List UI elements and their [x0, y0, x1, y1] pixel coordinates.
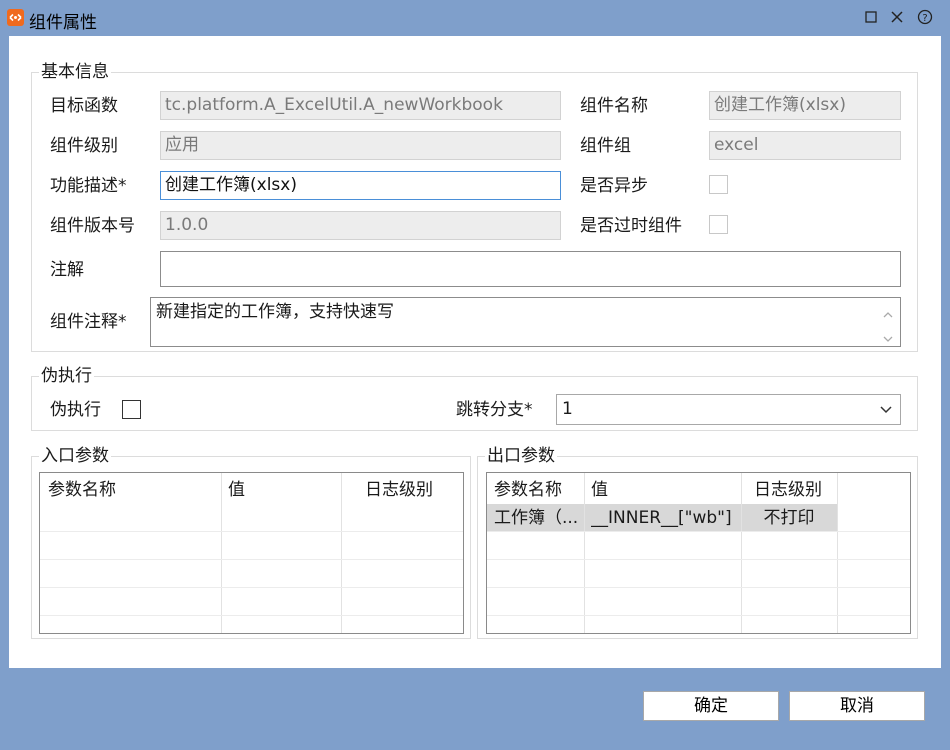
- is-deprecated-label: 是否过时组件: [580, 216, 682, 236]
- annotation-label: 注解: [50, 260, 84, 280]
- component-comment-label: 组件注释*: [50, 312, 127, 332]
- is-async-label: 是否异步: [580, 176, 648, 196]
- component-group-field: excel: [709, 131, 901, 160]
- scroll-down-icon[interactable]: [882, 328, 894, 342]
- output-params-group: 出口参数 参数名称 值 日志级别 工作簿（... __INNER__["wb"]…: [477, 446, 918, 639]
- ok-button[interactable]: 确定: [643, 691, 779, 721]
- pseudo-exec-checkbox[interactable]: [122, 400, 141, 419]
- chevron-down-icon[interactable]: [872, 395, 900, 424]
- version-field: 1.0.0: [160, 211, 561, 240]
- output-cell-value: __INNER__["wb"]: [591, 508, 732, 528]
- output-params-legend: 出口参数: [485, 446, 557, 466]
- basic-info-group: 基本信息 目标函数 tc.platform.A_ExcelUtil.A_newW…: [31, 62, 918, 352]
- input-params-group: 入口参数 参数名称 值 日志级别: [31, 446, 471, 639]
- component-group-label: 组件组: [580, 136, 631, 156]
- help-icon[interactable]: ?: [914, 6, 936, 28]
- output-col-value[interactable]: 值: [591, 477, 608, 503]
- component-name-label: 组件名称: [580, 96, 648, 116]
- description-input[interactable]: 创建工作簿(xlsx): [160, 171, 561, 200]
- description-label: 功能描述*: [50, 176, 127, 196]
- title-bar: 组件属性 ?: [0, 0, 950, 36]
- component-level-label: 组件级别: [50, 136, 118, 156]
- jump-branch-value: 1: [562, 399, 573, 419]
- output-col-param-name[interactable]: 参数名称: [494, 477, 562, 503]
- basic-info-legend: 基本信息: [39, 62, 111, 82]
- version-label: 组件版本号: [50, 216, 135, 236]
- pseudo-exec-legend: 伪执行: [39, 366, 94, 386]
- output-params-table[interactable]: 参数名称 值 日志级别 工作簿（... __INNER__["wb"] 不打印: [486, 472, 911, 634]
- pseudo-exec-group: 伪执行 伪执行 跳转分支* 1: [31, 366, 918, 431]
- component-level-field: 应用: [160, 131, 561, 160]
- component-comment-text: 新建指定的工作簿，支持快速写: [156, 302, 394, 322]
- cancel-button[interactable]: 取消: [789, 691, 925, 721]
- jump-branch-select[interactable]: 1: [556, 394, 901, 425]
- svg-text:?: ?: [922, 13, 927, 24]
- jump-branch-label: 跳转分支*: [456, 400, 533, 420]
- window-title: 组件属性: [29, 13, 97, 33]
- input-params-legend: 入口参数: [39, 446, 111, 466]
- annotation-input[interactable]: [160, 251, 901, 287]
- input-col-log-level[interactable]: 日志级别: [365, 477, 433, 503]
- component-app-icon: [7, 9, 24, 26]
- output-col-log-level[interactable]: 日志级别: [754, 477, 822, 503]
- is-deprecated-checkbox[interactable]: [709, 215, 728, 234]
- input-col-value[interactable]: 值: [228, 477, 245, 503]
- is-async-checkbox[interactable]: [709, 175, 728, 194]
- pseudo-exec-checkbox-label: 伪执行: [50, 400, 101, 420]
- output-cell-param-name: 工作簿（...: [494, 508, 579, 528]
- maximize-icon[interactable]: [860, 6, 882, 28]
- component-name-field: 创建工作簿(xlsx): [709, 91, 901, 120]
- scroll-up-icon[interactable]: [882, 304, 894, 318]
- close-icon[interactable]: [886, 6, 908, 28]
- output-cell-log-level: 不打印: [763, 508, 815, 528]
- input-col-param-name[interactable]: 参数名称: [48, 477, 116, 503]
- target-function-label: 目标函数: [50, 96, 118, 116]
- input-params-table[interactable]: 参数名称 值 日志级别: [39, 472, 464, 634]
- component-comment-textarea[interactable]: 新建指定的工作簿，支持快速写: [150, 297, 901, 347]
- dialog-content: 基本信息 目标函数 tc.platform.A_ExcelUtil.A_newW…: [9, 36, 941, 668]
- target-function-field: tc.platform.A_ExcelUtil.A_newWorkbook: [160, 91, 561, 120]
